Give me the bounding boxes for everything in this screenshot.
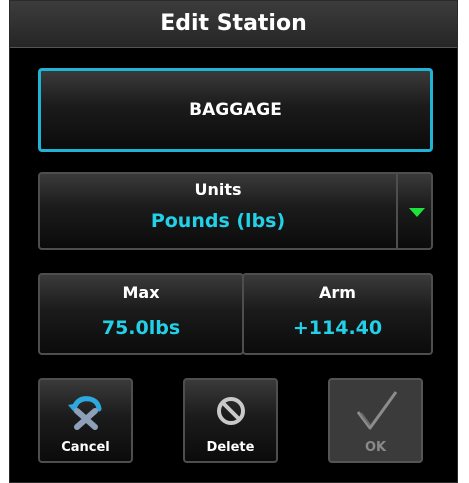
- arm-value: +114.40: [292, 317, 383, 339]
- prohibit-icon: [185, 390, 276, 432]
- arm-label: Arm: [319, 283, 356, 302]
- max-weight-button[interactable]: Max 75.0lbs: [38, 273, 244, 355]
- units-select[interactable]: Units Pounds (lbs): [38, 172, 433, 250]
- station-name-label: BAGGAGE: [189, 100, 282, 120]
- cancel-label: Cancel: [61, 440, 110, 455]
- triangle-down-icon[interactable]: [409, 208, 425, 217]
- ok-label: OK: [364, 440, 387, 455]
- units-divider: [396, 174, 398, 248]
- max-label: Max: [122, 283, 160, 302]
- arm-button[interactable]: Arm +114.40: [242, 273, 433, 355]
- delete-label: Delete: [206, 440, 255, 455]
- dialog-title: Edit Station: [160, 11, 307, 36]
- station-name-button[interactable]: BAGGAGE: [38, 68, 433, 152]
- title-bar: Edit Station: [10, 1, 457, 48]
- units-label: Units: [194, 180, 242, 199]
- edit-station-dialog: Edit Station BAGGAGE Units Pounds (lbs) …: [9, 0, 458, 483]
- cancel-button[interactable]: Cancel: [38, 378, 133, 463]
- delete-button[interactable]: Delete: [183, 378, 278, 463]
- cancel-x-undo-icon: [40, 390, 131, 432]
- units-value: Pounds (lbs): [150, 210, 286, 232]
- ok-button[interactable]: OK: [328, 378, 423, 463]
- max-value: 75.0lbs: [101, 317, 181, 339]
- checkmark-icon: [330, 390, 421, 432]
